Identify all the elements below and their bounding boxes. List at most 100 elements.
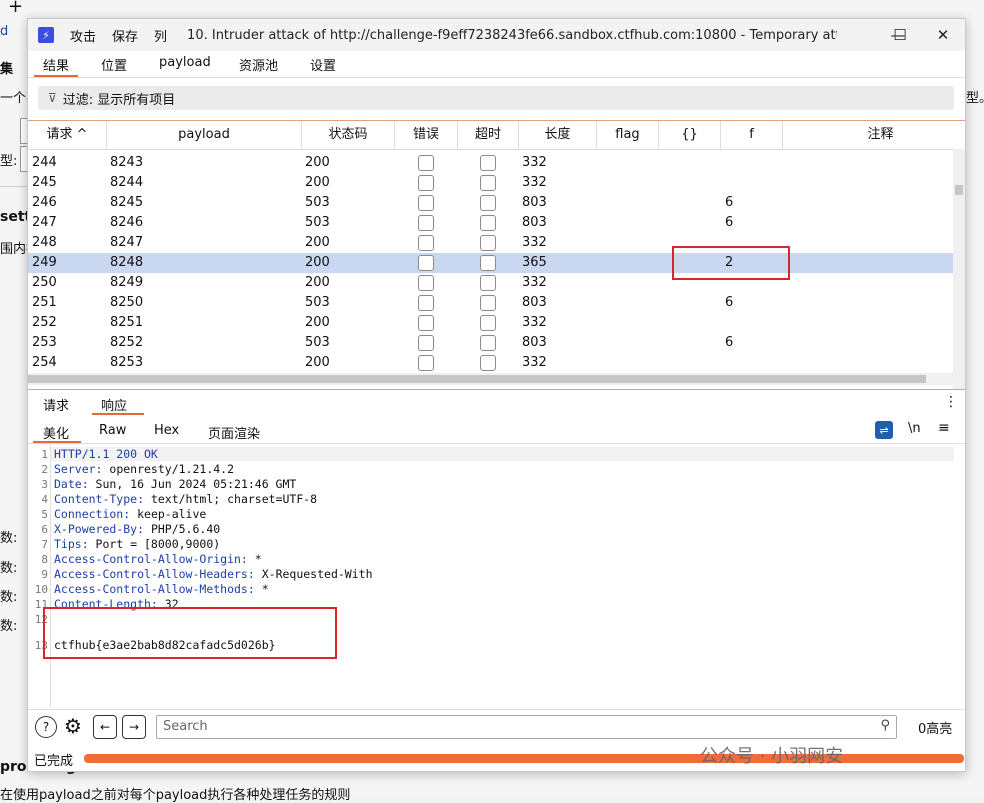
- table-row[interactable]: 249 8248 200 365 2: [28, 253, 953, 273]
- cell-request: 245: [32, 175, 57, 190]
- editor-menu-icon[interactable]: ≡: [938, 420, 950, 436]
- more-options-icon[interactable]: ⋮: [944, 394, 958, 410]
- response-header-line: Server: openresty/1.21.4.2: [54, 462, 234, 477]
- cell-f: 6: [725, 195, 734, 210]
- col-braces[interactable]: {}: [659, 121, 721, 149]
- cell-payload: 8246: [110, 215, 144, 230]
- col-status[interactable]: 状态码: [302, 121, 395, 149]
- timeout-checkbox: [480, 295, 496, 311]
- plus-icon[interactable]: +: [8, 0, 23, 17]
- table-row[interactable]: 252 8251 200 332: [28, 313, 953, 333]
- tab-payloads[interactable]: payload: [159, 55, 211, 70]
- tab-results[interactable]: 结果: [43, 55, 69, 74]
- scroll-thumb[interactable]: [28, 375, 926, 383]
- timeout-checkbox: [480, 215, 496, 231]
- table-row[interactable]: 253 8252 503 803 6: [28, 333, 953, 353]
- line-number: 10: [34, 583, 48, 596]
- table-row[interactable]: 254 8253 200 332: [28, 353, 953, 373]
- menu-attack[interactable]: 攻击: [70, 26, 96, 45]
- tab-positions[interactable]: 位置: [101, 55, 127, 74]
- response-editor[interactable]: 1 2 3 4 5 6 7 8 9 10 11 12 13 HTTP/1.1 200 OK Server:…: [28, 445, 965, 707]
- response-header-line: Connection: keep-alive: [54, 507, 206, 522]
- tab-render[interactable]: 页面渲染: [208, 423, 260, 442]
- col-error[interactable]: 错误: [395, 121, 458, 149]
- timeout-checkbox: [480, 235, 496, 251]
- timeout-checkbox: [480, 315, 496, 331]
- table-row[interactable]: 250 8249 200 332: [28, 273, 953, 293]
- col-timeout[interactable]: 超时: [458, 121, 519, 149]
- table-row[interactable]: 247 8246 503 803 6: [28, 213, 953, 233]
- tab-settings[interactable]: 设置: [310, 55, 336, 74]
- cell-payload: 8253: [110, 355, 144, 370]
- error-checkbox: [418, 215, 434, 231]
- tab-resource-pool[interactable]: 资源池: [239, 55, 278, 74]
- header-name: HTTP/1.1 200 OK: [54, 447, 158, 461]
- col-f[interactable]: f: [721, 121, 783, 149]
- bg-fragment: 数:: [0, 590, 18, 605]
- col-comment[interactable]: 注释: [783, 121, 965, 149]
- forward-arrow-icon[interactable]: →: [122, 715, 146, 739]
- cell-request: 253: [32, 335, 57, 350]
- menu-save[interactable]: 保存: [112, 26, 138, 45]
- current-line-highlight: [51, 447, 954, 461]
- header-value: keep-alive: [130, 507, 207, 521]
- error-checkbox: [418, 235, 434, 251]
- line-number: 3: [41, 478, 48, 491]
- highlight-count: 0高亮: [918, 722, 953, 737]
- search-icon[interactable]: ⚲: [880, 718, 890, 733]
- maximize-icon[interactable]: ☐: [878, 19, 922, 51]
- cell-request: 249: [32, 255, 57, 270]
- bg-fragment: 数:: [0, 531, 18, 546]
- line-number: 5: [41, 508, 48, 521]
- tab-response[interactable]: 响应: [101, 395, 127, 414]
- filter-label: 过滤: 显示所有项目: [62, 92, 176, 108]
- cell-length: 803: [522, 215, 547, 230]
- search-input[interactable]: Search ⚲: [156, 715, 897, 739]
- cell-payload: 8244: [110, 175, 144, 190]
- cell-request: 252: [32, 315, 57, 330]
- header-name: X-Powered-By:: [54, 522, 145, 536]
- close-icon[interactable]: ✕: [921, 19, 965, 51]
- help-icon[interactable]: ?: [35, 716, 57, 738]
- cell-status: 200: [305, 175, 330, 190]
- intruder-attack-window: ⚡ 攻击 保存 列 10. Intruder attack of http://…: [27, 18, 966, 772]
- cell-payload: 8250: [110, 295, 144, 310]
- table-row[interactable]: 244 8243 200 332: [28, 153, 953, 173]
- cell-request: 251: [32, 295, 57, 310]
- filter-bar[interactable]: ⊽ 过滤: 显示所有项目: [38, 86, 954, 110]
- tab-request[interactable]: 请求: [43, 395, 69, 414]
- table-row[interactable]: 246 8245 503 803 6: [28, 193, 953, 213]
- cell-status: 200: [305, 315, 330, 330]
- table-row[interactable]: 245 8244 200 332: [28, 173, 953, 193]
- settings-gear-icon[interactable]: ⚙: [63, 714, 83, 738]
- cell-payload: 8243: [110, 155, 144, 170]
- col-flag[interactable]: flag: [597, 121, 659, 149]
- tab-hex[interactable]: Hex: [154, 423, 179, 438]
- col-request[interactable]: 请求 ^: [28, 121, 107, 149]
- col-length[interactable]: 长度: [519, 121, 597, 149]
- header-name: Connection:: [54, 507, 131, 521]
- show-newlines-button[interactable]: \n: [908, 421, 921, 436]
- error-checkbox: [418, 255, 434, 271]
- cell-status: 503: [305, 195, 330, 210]
- table-horizontal-scrollbar[interactable]: [28, 373, 953, 385]
- table-vertical-scrollbar[interactable]: [953, 149, 965, 389]
- line-number: 4: [41, 493, 48, 506]
- menu-columns[interactable]: 列: [154, 26, 167, 45]
- cell-length: 332: [522, 275, 547, 290]
- table-row[interactable]: 248 8247 200 332: [28, 233, 953, 253]
- back-arrow-icon[interactable]: ←: [93, 715, 117, 739]
- bg-fragment: 型。: [966, 91, 984, 106]
- timeout-checkbox: [480, 255, 496, 271]
- line-number: 8: [41, 553, 48, 566]
- table-header: 请求 ^ payload 状态码 错误 超时 长度 flag {} f 注释: [28, 121, 965, 150]
- header-name: Date:: [54, 477, 89, 491]
- tab-pretty[interactable]: 美化: [43, 423, 69, 442]
- col-payload[interactable]: payload: [107, 121, 302, 149]
- tab-raw[interactable]: Raw: [99, 423, 126, 438]
- scroll-thumb[interactable]: [955, 185, 963, 195]
- cell-length: 803: [522, 335, 547, 350]
- response-header-line: HTTP/1.1 200 OK: [54, 447, 158, 462]
- table-row[interactable]: 251 8250 503 803 6: [28, 293, 953, 313]
- wrap-lines-icon[interactable]: ⇌: [875, 421, 893, 439]
